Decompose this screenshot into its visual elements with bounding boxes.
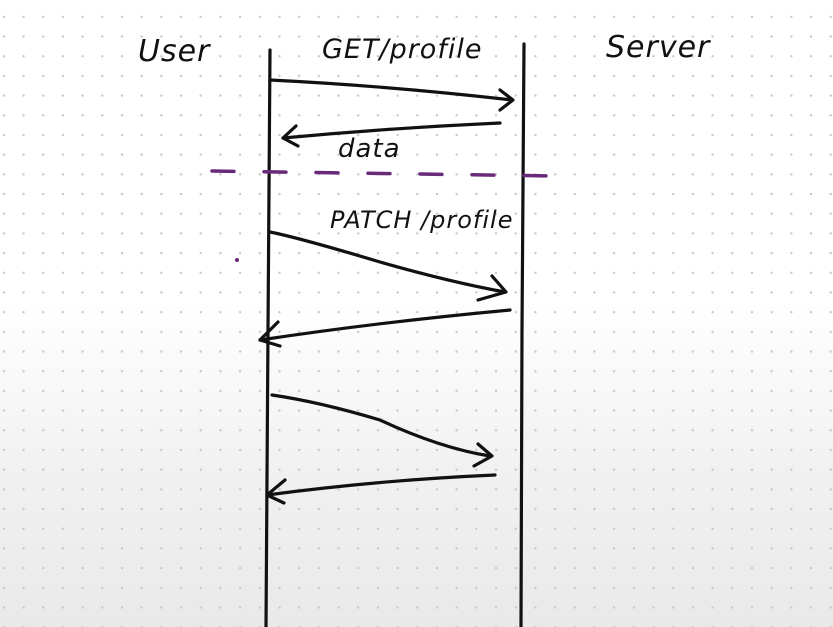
message-label-get: GET/profile [322, 34, 483, 65]
message-label-patch: PATCH /profile [330, 206, 514, 234]
arrow-request-3 [270, 393, 494, 468]
arrow-patch-response [258, 308, 512, 348]
arrow-patch-request [268, 230, 508, 302]
server-lifeline [519, 42, 526, 627]
arrow-get-request [268, 78, 515, 112]
stray-dot [235, 258, 239, 262]
participant-user-label: User [138, 34, 211, 69]
arrow-response-3 [265, 473, 497, 505]
sequence-diagram [210, 42, 560, 627]
participant-server-label: Server [606, 30, 711, 65]
message-label-data: data [338, 134, 401, 164]
separator-dashed-line [210, 169, 560, 178]
